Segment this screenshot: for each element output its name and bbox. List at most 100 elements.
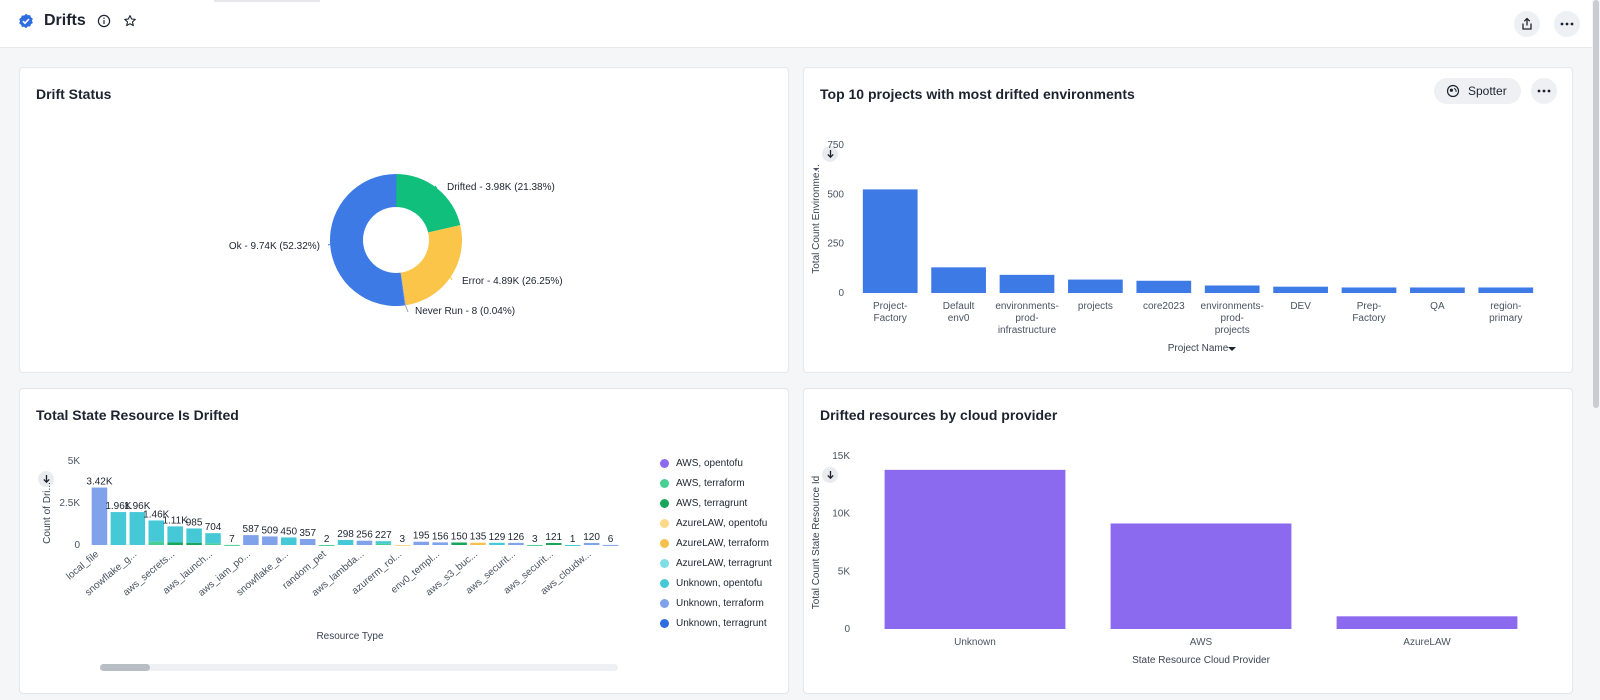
bar-data-label: 450 [280,526,297,537]
legend-item[interactable]: AWS, terragrunt [660,493,772,513]
bar [1068,279,1123,293]
bar-data-label: 156 [432,531,449,542]
y-axis-title: Total Count State Resource Id [811,476,822,609]
bar-data-label: 256 [356,530,373,541]
legend-item[interactable]: Unknown, opentofu [660,573,772,593]
stacked-bar-segment [299,539,316,545]
x-tick-label: environments- [1201,301,1264,312]
bar [931,267,986,293]
bar [1410,287,1465,293]
bar-data-label: 509 [261,525,278,536]
x-tick-label: region- [1490,301,1521,312]
bar [1341,287,1397,293]
x-tick-label: projects [1215,325,1250,336]
stacked-bar-segment [243,535,259,545]
bar-data-label: 7 [229,534,235,545]
page-scrollbar[interactable] [1592,0,1600,700]
more-icon [1560,22,1574,26]
x-tick-label: Factory [874,313,907,324]
chart-legend: AWS, opentofu AWS, terraform AWS, terragru… [660,453,772,633]
bar-data-label: 985 [186,517,203,528]
pie-slice-label: Drifted - 3.98K (21.38%) [447,182,555,193]
page-title: Drifts [44,12,86,29]
x-tick-label: AzureLAW [1403,637,1451,648]
x-tick-label: primary [1489,313,1522,324]
stacked-bar-segment [167,526,183,543]
stacked-bar-segment [205,543,221,545]
y-axis-title: Count of Dri... [42,482,53,544]
x-tick-label: prod- [1015,313,1038,324]
legend-item[interactable]: AzureLAW, opentofu [660,513,772,533]
legend-swatch [660,598,669,608]
legend-swatch [660,478,669,488]
legend-item[interactable]: Unknown, terragrunt [660,613,772,633]
x-tick-label: env0 [948,313,970,324]
chart-horizontal-scrollbar[interactable] [100,664,618,671]
info-icon[interactable] [96,13,112,29]
x-tick-label: DEV [1290,301,1311,312]
stacked-bar-segment [356,540,373,545]
bar-data-label: 120 [583,532,600,543]
share-icon [1522,17,1532,30]
bar-data-label: 3 [400,534,406,545]
stacked-bar-segment [375,541,392,544]
pie-slice-label: Error - 4.89K (26.25%) [462,276,563,287]
stacked-bar-segment [583,542,600,545]
x-tick-label: prod- [1221,313,1244,324]
bar-data-label: 298 [337,529,354,540]
star-icon[interactable] [122,13,138,29]
legend-item[interactable]: AWS, opentofu [660,453,772,473]
y-tick-label: 750 [827,140,844,151]
page-scrollbar-thumb[interactable] [1593,0,1599,408]
dashboard-header: Drifts [0,0,1592,48]
bar-data-label: 150 [451,531,468,542]
stacked-bar-segment [602,544,619,546]
x-tick-label: infrastructure [998,325,1057,336]
y-tick-label: 15K [832,451,850,462]
x-tick-label: Project- [873,301,907,312]
pie-slice-error [400,225,462,306]
bar [1204,285,1260,293]
pie-leader-line [327,243,331,246]
stacked-bar-segment [564,544,581,546]
x-tick-label: environments- [995,301,1058,312]
bar [884,469,1066,629]
legend-swatch [660,618,669,628]
chart-scrollbar-thumb[interactable] [100,664,150,671]
bar-data-label: 2 [324,534,330,545]
legend-label: AzureLAW, opentofu [676,517,768,529]
bar-data-label: 121 [545,532,562,543]
stacked-bar-segment [375,543,392,545]
legend-item[interactable]: AWS, terraform [660,473,772,493]
bar [1273,286,1328,293]
legend-item[interactable]: AzureLAW, terragrunt [660,553,772,573]
legend-item[interactable]: Unknown, terraform [660,593,772,613]
x-tick-label: Factory [1352,313,1385,324]
y-tick-label: 500 [827,189,844,200]
pie-slice-label: Never Run - 8 (0.04%) [415,306,515,317]
more-options-button[interactable] [1554,11,1580,37]
x-tick-label: projects [1078,301,1113,312]
bar-data-label: 195 [413,531,430,542]
share-button[interactable] [1514,11,1540,37]
stacked-bar-segment [167,542,183,545]
top-projects-card: Top 10 projects with most drifted enviro… [803,67,1573,373]
legend-swatch [660,498,669,508]
x-tick-label: Default [943,301,975,312]
x-tick-label: QA [1430,301,1445,312]
bar [1336,616,1518,629]
y-axis-title: Total Count Environme... [811,164,822,274]
stacked-bar-segment [337,539,354,545]
chevron-down-icon [1228,347,1236,351]
stacked-bar-segment [205,533,221,544]
legend-item[interactable]: AzureLAW, terraform [660,533,772,553]
pie-slice-label: Ok - 9.74K (52.32%) [229,241,320,252]
bar-data-label: 135 [470,532,487,543]
stacked-bar-segment [318,544,335,546]
legend-label: AzureLAW, terragrunt [676,557,772,569]
stacked-bar-segment [186,542,202,545]
stacked-bar-segment [91,487,108,545]
legend-swatch [660,538,669,548]
bar-data-label: 1 [570,534,576,545]
bar-data-label: 3 [532,534,538,545]
